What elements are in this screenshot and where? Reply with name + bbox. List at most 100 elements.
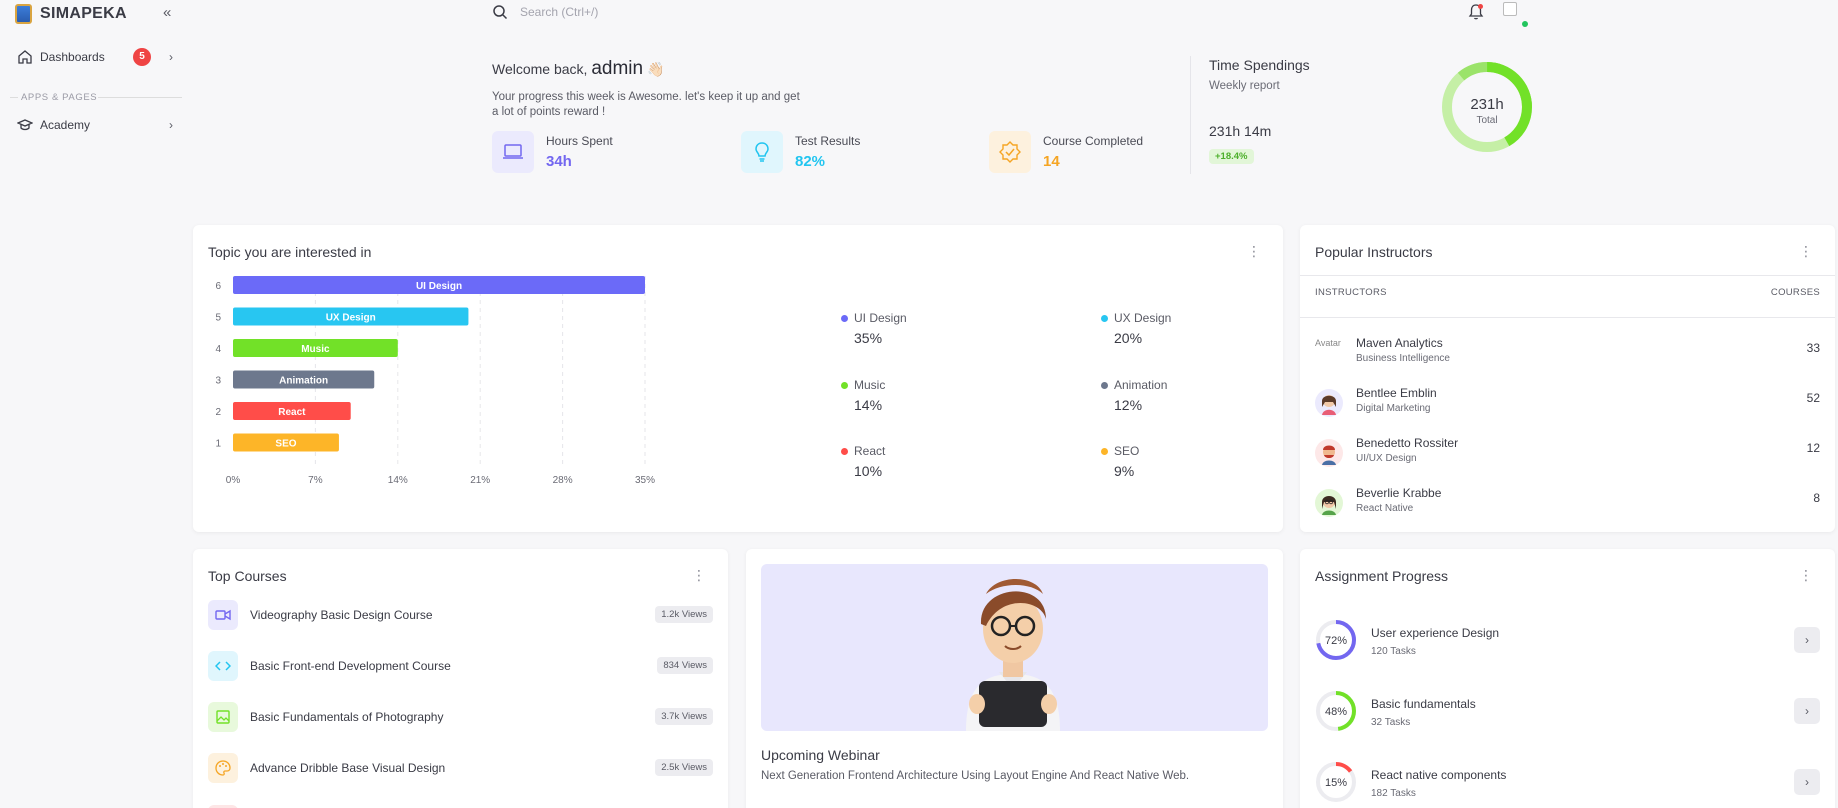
y-tick-label: 2 — [215, 407, 221, 418]
more-vertical-icon[interactable]: ⋮ — [692, 568, 706, 582]
legend-pct: 35% — [854, 330, 883, 346]
stat-label: Test Results — [795, 134, 861, 148]
stat-value: 82% — [795, 153, 826, 170]
welcome-heading: Welcome back, admin 👋🏻 — [492, 58, 664, 80]
chevron-right-button[interactable]: › — [1794, 769, 1820, 795]
assignment-tasks: 182 Tasks — [1371, 788, 1416, 799]
chevron-right-icon: › — [169, 50, 173, 64]
table-row[interactable]: Bentlee Emblin Digital Marketing 52 — [1315, 385, 1820, 425]
list-item[interactable]: 15% React native components 182 Tasks › — [1315, 761, 1820, 808]
instructor-role: React Native — [1356, 503, 1414, 514]
sidebar-item-label: Academy — [40, 118, 91, 132]
time-spendings-subtitle: Weekly report — [1209, 80, 1280, 92]
instructor-name: Benedetto Rossiter — [1356, 436, 1459, 450]
course-count: 8 — [1813, 491, 1820, 505]
legend-item: React 10% — [841, 444, 885, 479]
instructor-name: Bentlee Emblin — [1356, 386, 1437, 400]
more-vertical-icon[interactable]: ⋮ — [1799, 568, 1813, 582]
graduation-cap-icon — [17, 119, 33, 131]
list-item[interactable]: Advance Dribble Base Visual Design 2.5k … — [208, 753, 713, 783]
webinar-title: Upcoming Webinar — [761, 747, 880, 763]
course-count: 33 — [1806, 341, 1820, 355]
sidebar: SIMAPEKA « Dashboards 5 › APPS & PAGES A… — [0, 0, 190, 808]
table-row[interactable]: Beverlie Krabbe React Native 8 — [1315, 485, 1820, 525]
brand-logo — [15, 4, 32, 24]
progress-pct: 72% — [1325, 635, 1347, 647]
change-chip: +18.4% — [1209, 149, 1254, 164]
x-tick-label: 7% — [308, 475, 323, 486]
welcome-prefix: Welcome back, — [492, 61, 588, 77]
x-tick-label: 21% — [470, 475, 490, 486]
more-vertical-icon[interactable]: ⋮ — [1247, 244, 1261, 258]
card-title: Topic you are interested in — [208, 244, 372, 260]
avatar — [1315, 439, 1343, 467]
brand[interactable]: SIMAPEKA — [15, 4, 127, 24]
list-item[interactable]: Basic Front-end Development Course 834 V… — [208, 651, 713, 681]
chevron-right-button[interactable]: › — [1794, 698, 1820, 724]
collapse-sidebar-icon[interactable]: « — [163, 4, 171, 21]
x-tick-label: 14% — [388, 475, 408, 486]
views-badge: 1.2k Views — [655, 606, 713, 623]
sidebar-item-academy[interactable]: Academy › — [17, 115, 177, 135]
brand-name: SIMAPEKA — [40, 5, 127, 22]
y-tick-label: 4 — [215, 344, 221, 355]
course-name: Advance Dribble Base Visual Design — [250, 761, 446, 775]
more-vertical-icon[interactable]: ⋮ — [1799, 244, 1813, 258]
table-row[interactable]: Avatar Maven Analytics Business Intellig… — [1315, 335, 1820, 375]
assignment-title: React native components — [1371, 768, 1507, 782]
course-name: Basic Front-end Development Course — [250, 659, 451, 673]
divider — [1300, 317, 1835, 318]
bar-label: UX Design — [326, 313, 376, 324]
video-icon — [208, 600, 238, 630]
assignment-title: Basic fundamentals — [1371, 697, 1476, 711]
instructor-name: Beverlie Krabbe — [1356, 486, 1442, 500]
course-name: Basic Fundamentals of Photography — [250, 710, 444, 724]
top-courses-card: Top Courses ⋮ Videography Basic Design C… — [193, 549, 728, 808]
search-bar[interactable]: Search (Ctrl+/) — [492, 4, 598, 20]
list-item[interactable]: 48% Basic fundamentals 32 Tasks › — [1315, 690, 1820, 740]
legend-name: SEO — [1114, 444, 1140, 458]
list-item[interactable]: Videography Basic Design Course 1.2k Vie… — [208, 600, 713, 630]
list-item[interactable]: 72% User experience Design 120 Tasks › — [1315, 619, 1820, 669]
instructor-role: Business Intelligence — [1356, 353, 1450, 364]
progress-pct: 15% — [1325, 777, 1347, 789]
legend-name: React — [854, 444, 886, 458]
chevron-right-button[interactable]: › — [1794, 627, 1820, 653]
legend-pct: 14% — [854, 397, 883, 413]
donut-value: 231h — [1470, 96, 1503, 113]
legend-dot — [1101, 315, 1108, 322]
stat-value: 14 — [1043, 153, 1060, 170]
assignment-tasks: 120 Tasks — [1371, 646, 1416, 657]
stat-value: 34h — [546, 153, 572, 170]
topics-bar-chart: 0% 7% 14% 21% 28% 35% 6 UI Design 5 UX Design 4 Mus… — [215, 276, 655, 486]
search-input[interactable]: Search (Ctrl+/) — [520, 5, 598, 19]
table-row[interactable]: Benedetto Rossiter UI/UX Design 12 — [1315, 435, 1820, 475]
legend-item: UX Design 20% — [1101, 311, 1171, 346]
card-title: Popular Instructors — [1315, 244, 1433, 260]
legend-name: UX Design — [1114, 311, 1172, 325]
views-badge: 2.5k Views — [655, 759, 713, 776]
list-item[interactable]: Basic Fundamentals of Photography 3.7k V… — [208, 702, 713, 732]
webinar-subtitle: Next Generation Frontend Architecture Us… — [761, 770, 1190, 782]
sidebar-item-dashboards[interactable]: Dashboards 5 › — [17, 47, 177, 67]
progress-ring: 48% — [1316, 691, 1356, 731]
search-icon — [493, 5, 508, 20]
legend-dot — [841, 448, 848, 455]
chevron-right-icon: › — [169, 118, 173, 132]
legend-item: Music 14% — [841, 378, 885, 413]
progress-ring: 72% — [1316, 620, 1356, 660]
code-icon — [208, 651, 238, 681]
time-spendings-donut: 231h Total — [1442, 62, 1532, 152]
divider — [98, 97, 182, 98]
assignment-tasks: 32 Tasks — [1371, 717, 1411, 728]
user-avatar[interactable] — [1503, 2, 1517, 16]
user-name: admin — [591, 58, 644, 79]
instructor-role: Digital Marketing — [1356, 403, 1431, 414]
views-badge: 834 Views — [657, 657, 713, 674]
bar-label: UI Design — [416, 281, 462, 292]
lightbulb-icon — [741, 131, 783, 173]
legend-dot — [1101, 448, 1108, 455]
instructor-role: UI/UX Design — [1356, 453, 1417, 464]
legend-name: Music — [854, 378, 886, 392]
y-tick-label: 6 — [215, 281, 221, 292]
